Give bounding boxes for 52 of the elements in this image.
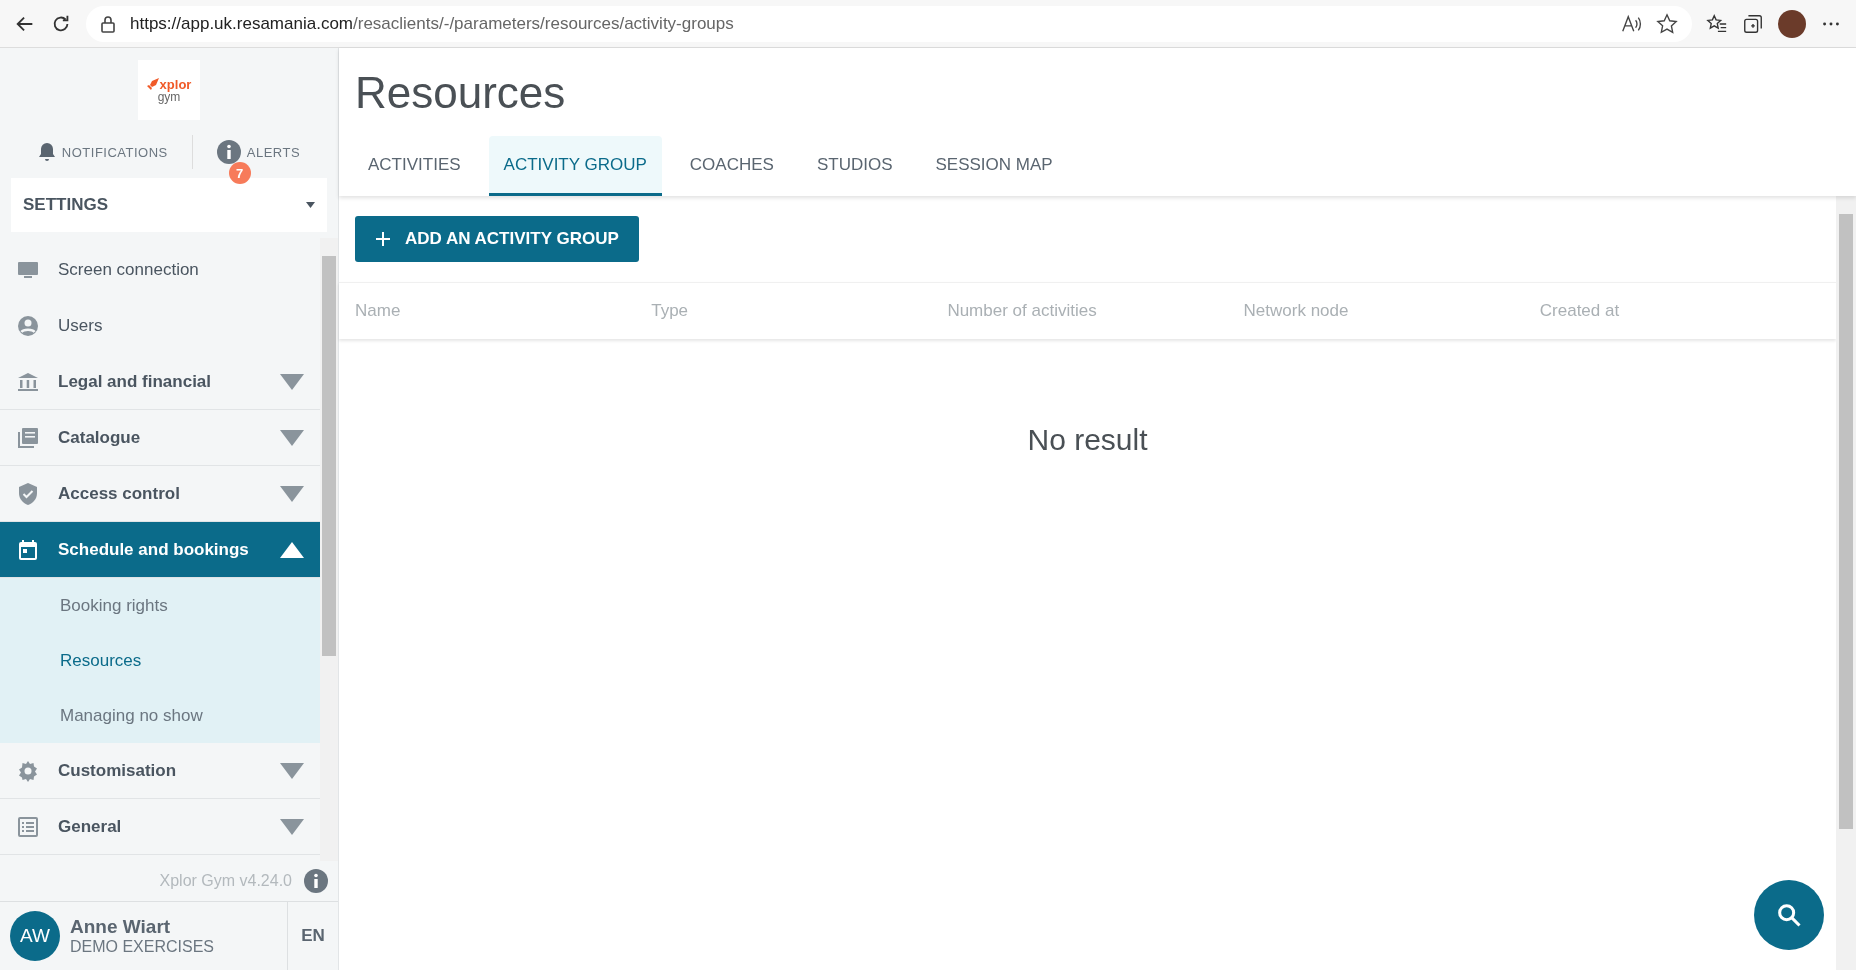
info-icon[interactable] [304,869,328,893]
nav-subitem[interactable]: Managing no show [0,688,320,743]
tab[interactable]: COACHES [674,136,789,196]
address-bar[interactable]: https://app.uk.resamania.com/resaclients/-/parameters/resources/activity-groups [86,5,1692,42]
column-header: Number of activities [947,301,1098,321]
user-icon [16,314,40,338]
nav-item[interactable]: Schedule and bookings [0,522,320,578]
caret-icon [306,202,315,208]
plus-icon [375,231,391,247]
scrollbar[interactable] [320,238,338,861]
info-icon [216,140,241,164]
version-text: Xplor Gym v4.24.0 [159,872,292,890]
notifications-button[interactable]: NOTIFICATIONS [13,142,192,162]
nav-item[interactable]: General [0,799,320,855]
add-button[interactable]: ADD AN ACTIVITY GROUP [355,216,639,262]
column-header: Name [355,301,402,321]
book-icon [16,425,40,450]
scrollbar[interactable] [1836,196,1856,970]
tab[interactable]: SESSION MAP [920,136,1068,196]
column-header: Network node [1243,301,1350,321]
empty-message: No result [1027,423,1148,457]
column-header: Type [651,301,690,321]
alert-count-badge: 7 [228,162,251,184]
nav-item[interactable]: Catalogue [0,410,320,466]
organization-name: DEMO EXERCISES [70,938,216,956]
profile-avatar[interactable] [1778,9,1806,38]
tab[interactable]: ACTIVITIES [353,136,476,196]
column-header: Created at [1539,301,1621,321]
nav-subitem[interactable]: Resources [0,633,320,688]
nav-item[interactable]: Legal and financial [0,354,320,410]
settings-dropdown[interactable]: SETTINGS [11,178,327,232]
bell-icon [37,142,56,162]
list-icon [16,814,40,839]
collections-icon[interactable] [1742,12,1764,35]
user-name: Anne Wiart [70,916,172,938]
tab[interactable]: STUDIOS [801,136,908,196]
nav-item[interactable]: Screen connection [0,242,320,298]
page-title: Resources [355,68,567,118]
shield-icon [16,481,40,506]
nav-item[interactable]: Customisation [0,743,320,799]
tab[interactable]: ACTIVITY GROUP [488,136,662,196]
logo: xplor gym [138,60,200,120]
user-avatar: AW [10,911,60,961]
search-icon [1775,901,1803,929]
favorites-icon[interactable] [1706,12,1728,35]
favorite-add-icon[interactable] [1656,12,1678,35]
nav-item[interactable]: Users [0,298,320,354]
alerts-button[interactable]: ALERTS [192,140,325,164]
nav-subitem[interactable]: Booking rights [0,578,320,633]
calendar-icon [16,537,40,562]
lock-icon [100,14,116,33]
language-button[interactable]: EN [287,902,338,970]
